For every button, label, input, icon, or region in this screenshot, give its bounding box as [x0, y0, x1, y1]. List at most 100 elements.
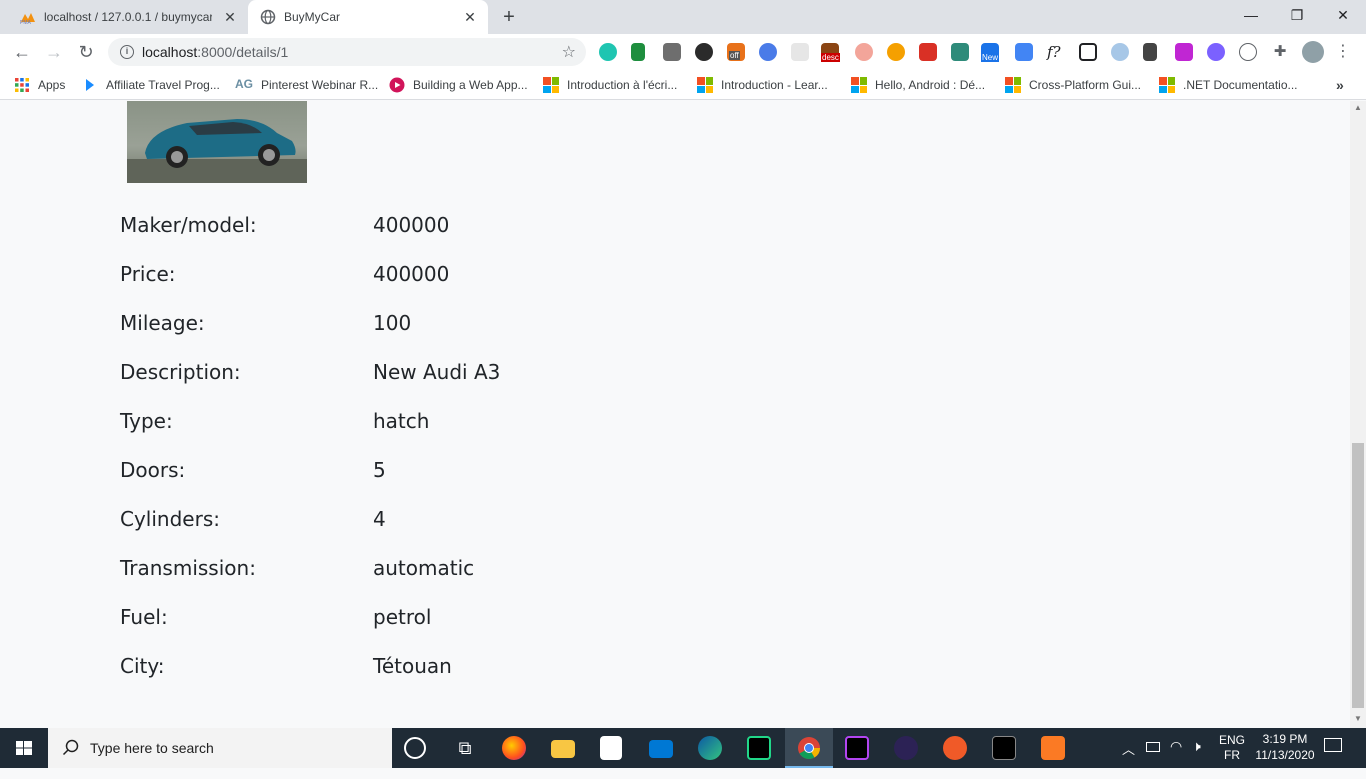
terminal-icon[interactable] — [992, 736, 1016, 760]
bookmark-hello-android[interactable]: Hello, Android : Dé... — [851, 76, 985, 94]
clock-time: 3:19 PM — [1262, 732, 1308, 746]
magenta-extension-icon[interactable] — [1175, 43, 1193, 61]
battery-icon[interactable] — [1146, 742, 1160, 752]
site-info-icon[interactable]: i — [120, 45, 134, 59]
cortana-icon[interactable] — [404, 737, 426, 759]
close-icon[interactable]: ✕ — [222, 9, 238, 25]
k-extension-icon[interactable] — [695, 43, 713, 61]
phpmyadmin-icon: PMA — [20, 13, 35, 24]
owl-extension-icon[interactable] — [1111, 43, 1129, 61]
microsoft-icon — [697, 77, 713, 93]
purple-extension-icon[interactable] — [1207, 43, 1225, 61]
font-finder-extension-icon[interactable]: f? — [1047, 43, 1065, 61]
blue-drop-extension-icon[interactable] — [759, 43, 777, 61]
detail-label-cylinders: Cylinders: — [120, 507, 220, 531]
bookmark-label: .NET Documentatio... — [1183, 78, 1298, 92]
phpstorm-icon[interactable] — [845, 736, 869, 760]
coupon-extension-icon[interactable]: off — [727, 43, 745, 61]
detail-value-doors: 5 — [373, 458, 386, 482]
scrollbar-thumb[interactable] — [1352, 443, 1364, 708]
microsoft-icon — [1159, 77, 1175, 93]
restore-button[interactable]: ❐ — [1274, 4, 1320, 26]
menu-kebab-icon[interactable]: ⋮ — [1334, 43, 1352, 61]
minimize-button[interactable]: — — [1228, 4, 1274, 26]
new-tab-button[interactable]: + — [498, 6, 520, 28]
volume-muted-icon[interactable]: 🕨 — [1192, 738, 1201, 778]
task-view-icon[interactable]: ⧉ — [453, 736, 477, 760]
screenshot-extension-icon[interactable] — [1079, 43, 1097, 61]
detail-value-price: 400000 — [373, 262, 450, 286]
scroll-up-arrow-icon[interactable]: ▲ — [1354, 103, 1362, 112]
firefox-icon[interactable] — [502, 736, 526, 760]
tray-chevron-icon[interactable]: ︿ — [1122, 739, 1135, 779]
start-button[interactable] — [0, 728, 48, 768]
svg-text:PMA: PMA — [20, 20, 32, 24]
chrome-taskbar-active[interactable] — [785, 728, 833, 768]
search-placeholder: Type here to search — [90, 740, 214, 756]
bookmark-label: Pinterest Webinar R... — [261, 78, 379, 92]
forward-button[interactable]: → — [42, 40, 66, 64]
h-extension-icon[interactable] — [1239, 43, 1257, 61]
flag-extension-icon[interactable] — [631, 43, 645, 61]
chrome-icon — [798, 737, 820, 759]
detail-label-price: Price: — [120, 262, 176, 286]
reload-button[interactable]: ↻ — [74, 40, 98, 64]
tab-title: BuyMyCar — [284, 10, 341, 24]
bookmark-label: Cross-Platform Gui... — [1029, 78, 1142, 92]
puzzle-blue-extension-icon[interactable] — [1015, 43, 1033, 61]
more-bookmarks-button[interactable]: » — [1336, 76, 1344, 94]
bookmark-apps[interactable]: Apps — [14, 76, 65, 94]
new-badge-extension-icon[interactable]: New — [981, 43, 1000, 62]
wifi-icon[interactable]: ◠ — [1170, 738, 1182, 778]
tab-buymycar[interactable]: BuyMyCar ✕ — [248, 0, 488, 34]
file-explorer-icon[interactable] — [551, 740, 575, 758]
windows-logo-icon — [16, 741, 32, 755]
extensions-puzzle-icon[interactable]: ✚ — [1271, 43, 1289, 61]
pycharm-icon[interactable] — [747, 736, 771, 760]
store-icon[interactable] — [600, 736, 622, 760]
eyedropper-extension-icon[interactable] — [1143, 43, 1157, 61]
xampp-icon[interactable] — [1041, 736, 1065, 760]
language-indicator[interactable]: ENG FR — [1219, 733, 1245, 773]
eclipse-icon[interactable] — [894, 736, 918, 760]
detail-value-fuel: petrol — [373, 605, 432, 629]
travel-icon — [82, 77, 98, 93]
postman-icon[interactable] — [943, 736, 967, 760]
close-window-button[interactable]: ✕ — [1320, 4, 1366, 26]
bookmark-label: Introduction - Lear... — [721, 78, 828, 92]
rainbow-extension-icon[interactable] — [855, 43, 873, 61]
clock[interactable]: 3:19 PM 11/13/2020 — [1250, 731, 1320, 771]
address-url[interactable]: localhost:8000/details/1 — [142, 44, 288, 60]
bookmark-cross-platform[interactable]: Cross-Platform Gui... — [1005, 76, 1141, 94]
video-icon — [389, 77, 405, 93]
search-icon — [62, 739, 79, 756]
bookmark-star-icon[interactable]: ☆ — [562, 42, 576, 62]
taskbar-search-box[interactable]: Type here to search — [48, 728, 392, 768]
microsoft-icon — [851, 77, 867, 93]
bookmark-pinterest-webinar[interactable]: AG Pinterest Webinar R... — [235, 76, 378, 94]
pocket-extension-icon[interactable] — [887, 43, 905, 61]
windows-taskbar: Type here to search ⧉ ︿ ◠ 🕨 ENG FR 3:19 … — [0, 728, 1366, 768]
bookmark-dotnet-docs[interactable]: .NET Documentatio... — [1159, 76, 1298, 94]
edge-icon[interactable] — [698, 736, 722, 760]
address-bar[interactable]: i localhost:8000/details/1 ☆ — [108, 38, 586, 66]
grammarly-extension-icon[interactable] — [599, 43, 617, 61]
scroll-down-arrow-icon[interactable]: ▼ — [1354, 714, 1362, 723]
bookmark-building-web-app[interactable]: Building a Web App... — [389, 76, 528, 94]
profile-avatar[interactable] — [1302, 41, 1324, 63]
mail-icon[interactable] — [649, 740, 673, 758]
grid-extension-icon[interactable] — [791, 43, 809, 61]
camera-extension-icon[interactable] — [663, 43, 681, 61]
bookmark-intro-ecriture[interactable]: Introduction à l'écri... — [543, 76, 677, 94]
bookmark-label: Hello, Android : Dé... — [875, 78, 986, 92]
back-button[interactable]: ← — [10, 40, 34, 64]
notification-center-icon[interactable] — [1324, 738, 1342, 752]
desc-extension-icon[interactable]: desc — [821, 43, 840, 62]
s-extension-icon[interactable] — [951, 43, 969, 61]
pdf-extension-icon[interactable] — [919, 43, 937, 61]
bookmark-intro-learn[interactable]: Introduction - Lear... — [697, 76, 828, 94]
page-scrollbar[interactable]: ▲ ▼ — [1350, 101, 1366, 728]
bookmark-affiliate-travel[interactable]: Affiliate Travel Prog... — [82, 76, 220, 94]
tab-phpmyadmin[interactable]: PMA localhost / 127.0.0.1 / buymycar / ✕ — [8, 0, 248, 34]
close-icon[interactable]: ✕ — [462, 9, 478, 25]
